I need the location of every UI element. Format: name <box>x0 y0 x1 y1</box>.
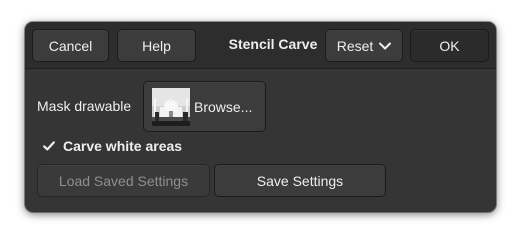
help-button[interactable]: Help <box>117 29 196 62</box>
reset-button[interactable]: Reset <box>325 29 403 62</box>
dialog-title: Stencil Carve <box>228 36 318 52</box>
load-saved-settings-button[interactable]: Load Saved Settings <box>37 164 210 197</box>
check-icon[interactable] <box>42 139 56 153</box>
header-bar: Cancel Help Stencil Carve Reset OK <box>25 22 496 69</box>
ok-button[interactable]: OK <box>410 29 489 62</box>
help-label: Help <box>142 37 171 54</box>
image-thumbnail-icon <box>152 87 190 126</box>
carve-white-areas-checkbox[interactable]: Carve white areas <box>42 138 182 154</box>
save-settings-button[interactable]: Save Settings <box>214 164 386 197</box>
cancel-label: Cancel <box>48 37 93 54</box>
mask-drawable-label: Mask drawable <box>37 98 132 114</box>
stencil-carve-dialog: Cancel Help Stencil Carve Reset OK Mask … <box>25 22 496 212</box>
ok-label: OK <box>439 37 460 54</box>
reset-label: Reset <box>336 37 374 54</box>
save-settings-label: Save Settings <box>256 172 344 189</box>
carve-white-areas-label: Carve white areas <box>63 138 183 154</box>
chevron-down-icon <box>379 42 392 49</box>
browse-label: Browse... <box>194 98 253 115</box>
mask-drawable-chooser[interactable]: Browse... <box>143 81 266 132</box>
load-saved-settings-label: Load Saved Settings <box>58 172 189 189</box>
cancel-button[interactable]: Cancel <box>32 29 109 62</box>
